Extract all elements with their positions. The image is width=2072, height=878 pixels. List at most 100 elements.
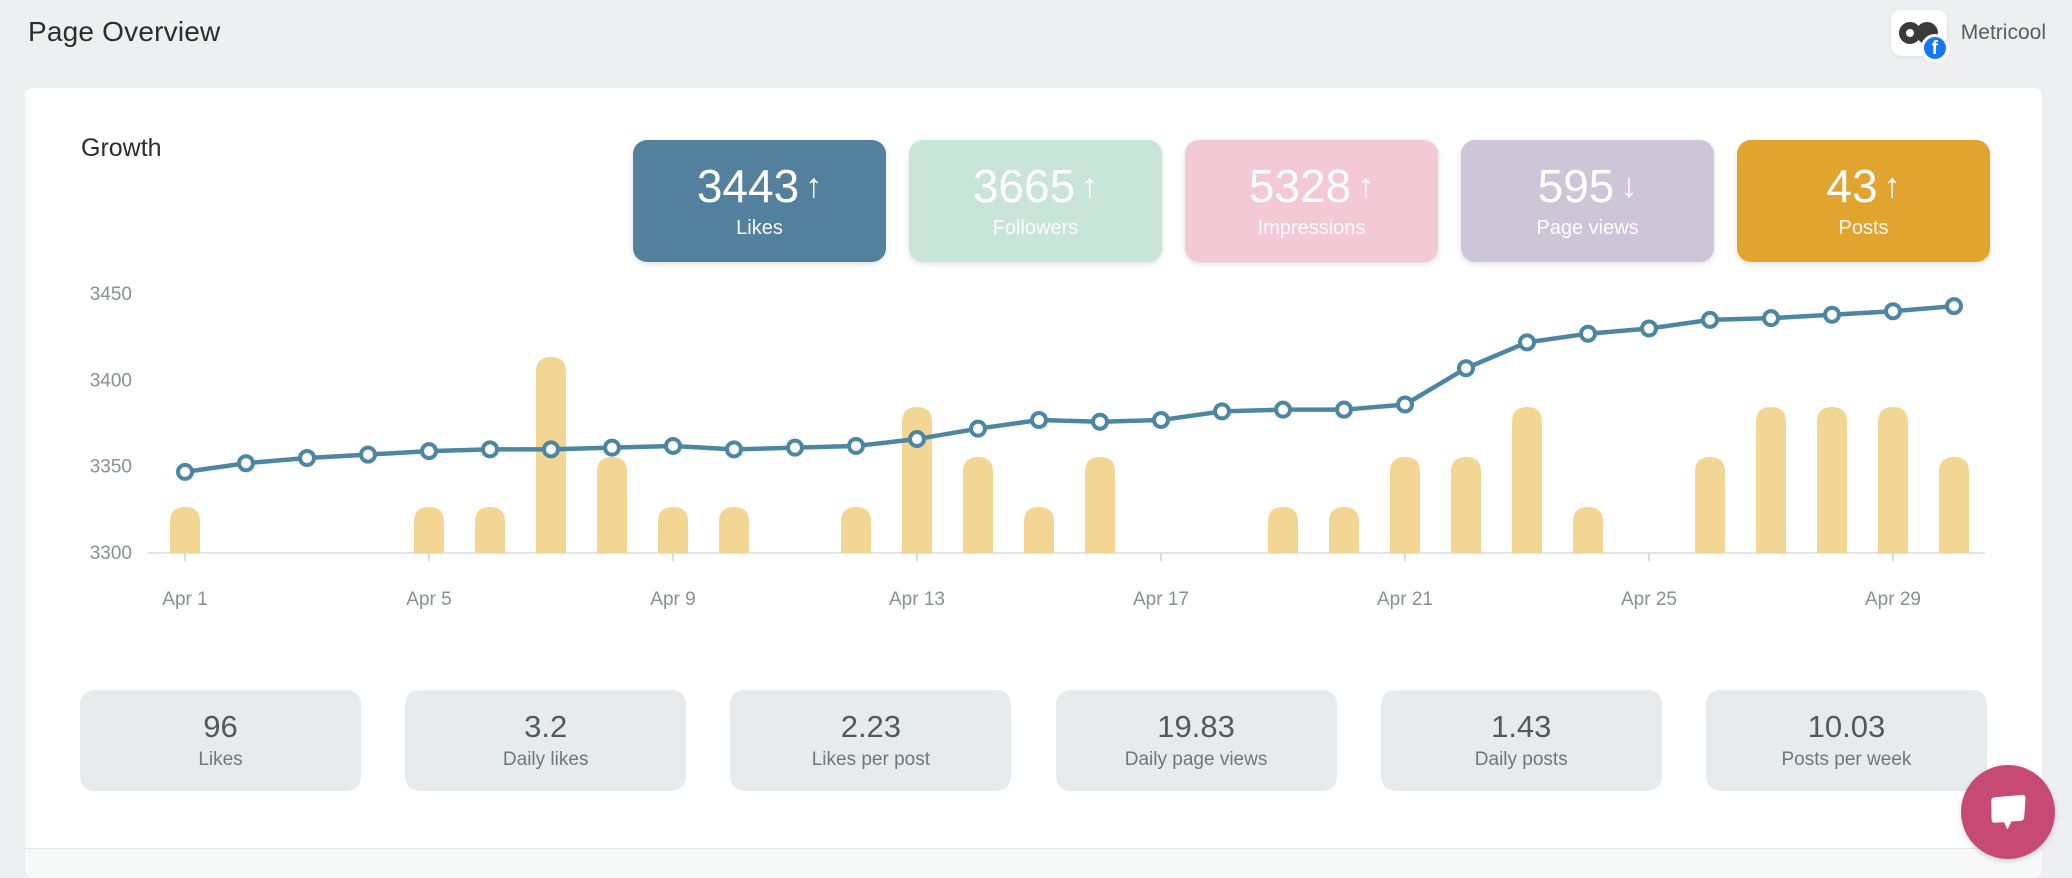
summary-card-label: Impressions xyxy=(1258,217,1366,240)
summary-card-page-views[interactable]: 595↓Page views xyxy=(1461,140,1714,262)
chart-point-likes[interactable] xyxy=(1032,413,1046,427)
chart-bar-posts[interactable] xyxy=(1695,457,1725,553)
chart-bar-posts[interactable] xyxy=(1390,457,1420,553)
chart-point-likes[interactable] xyxy=(422,444,436,458)
metricool-logo: f xyxy=(1891,10,1947,56)
panel-footer xyxy=(25,849,2042,878)
summary-card-label: Page views xyxy=(1536,217,1638,240)
header: Page Overview f Metricool xyxy=(0,0,2072,88)
chart-point-likes[interactable] xyxy=(1398,398,1412,412)
chart-bar-posts[interactable] xyxy=(658,507,688,553)
chart-point-likes[interactable] xyxy=(1642,322,1656,336)
stat-chip-label: Daily likes xyxy=(503,749,589,771)
chart-bar-posts[interactable] xyxy=(414,507,444,553)
chart-point-likes[interactable] xyxy=(788,441,802,455)
y-axis-label: 3350 xyxy=(90,457,132,478)
chart-point-likes[interactable] xyxy=(971,422,985,436)
growth-chart: Apr 1Apr 5Apr 9Apr 13Apr 17Apr 21Apr 25A… xyxy=(60,280,2010,630)
summary-card-followers[interactable]: 3665↑ Followers xyxy=(909,140,1162,262)
chart-bar-posts[interactable] xyxy=(841,507,871,553)
stat-chip-daily-posts: 1.43 Daily posts xyxy=(1381,690,1662,791)
chart-bar-posts[interactable] xyxy=(902,407,932,553)
summary-card-value: 3665↑ xyxy=(973,162,1098,210)
section-title: Growth xyxy=(81,134,162,163)
chart-bar-posts[interactable] xyxy=(1024,507,1054,553)
stat-chip-likes: 96Likes xyxy=(80,690,361,791)
stat-chip-daily-likes: 3.2 Daily likes xyxy=(405,690,686,791)
arrow-up-icon: ↑ xyxy=(805,169,822,205)
summary-card-value: 3443↑ xyxy=(697,162,822,210)
brand-name: Metricool xyxy=(1961,21,2046,45)
x-axis-label: Apr 29 xyxy=(1865,589,1921,610)
chart-point-likes[interactable] xyxy=(1886,304,1900,318)
chart-bar-posts[interactable] xyxy=(1756,407,1786,553)
y-axis-label: 3300 xyxy=(90,543,132,564)
arrow-up-icon: ↑ xyxy=(1357,169,1374,205)
stat-chip-value: 1.43 xyxy=(1491,710,1551,744)
chat-widget-button[interactable] xyxy=(1961,765,2055,859)
chart-bar-posts[interactable] xyxy=(1512,407,1542,553)
chart-point-likes[interactable] xyxy=(1764,311,1778,325)
chart-point-likes[interactable] xyxy=(1276,403,1290,417)
chart-bar-posts[interactable] xyxy=(597,457,627,553)
x-axis-label: Apr 13 xyxy=(889,589,945,610)
summary-card-likes[interactable]: 3443↑ Likes xyxy=(633,140,886,262)
speech-bubble-icon xyxy=(1985,791,2031,833)
chart-point-likes[interactable] xyxy=(483,442,497,456)
x-axis-label: Apr 1 xyxy=(162,589,207,610)
summary-card-value: 5328↑ xyxy=(1249,162,1374,210)
chart-bar-posts[interactable] xyxy=(475,507,505,553)
chart-point-likes[interactable] xyxy=(910,432,924,446)
stat-chip-label: Daily page views xyxy=(1125,749,1268,771)
x-axis-label: Apr 9 xyxy=(650,589,695,610)
chart-bar-posts[interactable] xyxy=(1939,457,1969,553)
chart-point-likes[interactable] xyxy=(849,439,863,453)
stat-chip-label: Posts per week xyxy=(1781,749,1911,771)
chart-point-likes[interactable] xyxy=(666,439,680,453)
chart-point-likes[interactable] xyxy=(1520,335,1534,349)
chart-canvas: Apr 1Apr 5Apr 9Apr 13Apr 17Apr 21Apr 25A… xyxy=(60,280,2010,630)
chart-point-likes[interactable] xyxy=(1581,327,1595,341)
page-title: Page Overview xyxy=(28,16,220,48)
y-axis-label: 3450 xyxy=(90,284,132,305)
chart-bar-posts[interactable] xyxy=(1268,507,1298,553)
chart-bar-posts[interactable] xyxy=(1573,507,1603,553)
chart-point-likes[interactable] xyxy=(239,456,253,470)
stat-chip-label: Likes per post xyxy=(812,749,930,771)
chart-bar-posts[interactable] xyxy=(1817,407,1847,553)
growth-panel: Growth 3443↑ Likes 3665↑ Followers 5328↑ Impr… xyxy=(25,88,2042,878)
chart-point-likes[interactable] xyxy=(1459,361,1473,375)
stat-chip-value: 3.2 xyxy=(524,710,567,744)
summary-card-label: Likes xyxy=(736,217,783,240)
stat-chip-label: Daily posts xyxy=(1475,749,1568,771)
summary-card-label: Followers xyxy=(993,217,1079,240)
chart-bar-posts[interactable] xyxy=(719,507,749,553)
summary-card-impressions[interactable]: 5328↑ Impressions xyxy=(1185,140,1438,262)
chart-bar-posts[interactable] xyxy=(1085,457,1115,553)
x-axis-label: Apr 25 xyxy=(1621,589,1677,610)
x-axis-label: Apr 21 xyxy=(1377,589,1433,610)
chart-point-likes[interactable] xyxy=(544,442,558,456)
chart-bar-posts[interactable] xyxy=(1329,507,1359,553)
chart-bar-posts[interactable] xyxy=(170,507,200,553)
summary-card-posts[interactable]: 43↑Posts xyxy=(1737,140,1990,262)
chart-point-likes[interactable] xyxy=(1703,313,1717,327)
chart-bar-posts[interactable] xyxy=(1451,457,1481,553)
chart-point-likes[interactable] xyxy=(727,442,741,456)
x-axis-label: Apr 5 xyxy=(406,589,451,610)
chart-point-likes[interactable] xyxy=(1215,404,1229,418)
brand-block: f Metricool xyxy=(1891,10,2046,56)
chart-point-likes[interactable] xyxy=(178,465,192,479)
chart-point-likes[interactable] xyxy=(605,441,619,455)
chart-point-likes[interactable] xyxy=(1947,299,1961,313)
chart-bar-posts[interactable] xyxy=(963,457,993,553)
chart-point-likes[interactable] xyxy=(1337,403,1351,417)
chart-point-likes[interactable] xyxy=(1154,413,1168,427)
chart-bar-posts[interactable] xyxy=(1878,407,1908,553)
chart-point-likes[interactable] xyxy=(300,451,314,465)
arrow-up-icon: ↑ xyxy=(1081,169,1098,205)
chart-point-likes[interactable] xyxy=(361,448,375,462)
chart-point-likes[interactable] xyxy=(1093,415,1107,429)
chart-line-likes xyxy=(185,306,1954,472)
chart-point-likes[interactable] xyxy=(1825,308,1839,322)
